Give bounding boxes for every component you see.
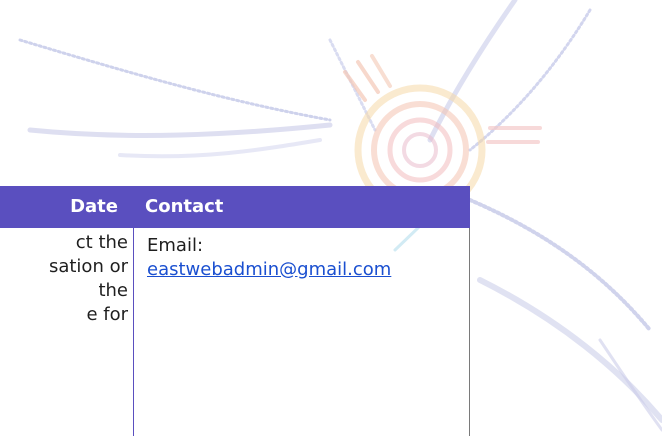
description-line: the [98,280,128,301]
contact-cell: Email: eastwebadmin@gmail.com [147,234,457,281]
header-contact: Contact [145,196,224,217]
document-page: Date Contact ct the sation or the e for … [0,0,662,436]
table-header-row: Date Contact [0,186,470,228]
contact-label: Email: [147,235,204,256]
header-date: Date [70,196,118,217]
description-line: ct the [75,232,128,253]
contact-email-link[interactable]: eastwebadmin@gmail.com [147,259,391,280]
table-right-border [469,228,470,436]
description-cell: ct the sation or the e for . [0,228,132,436]
description-line: sation or [48,256,128,277]
column-divider [133,186,134,436]
description-line: e for [86,304,128,325]
info-table: Date Contact ct the sation or the e for … [0,186,470,436]
